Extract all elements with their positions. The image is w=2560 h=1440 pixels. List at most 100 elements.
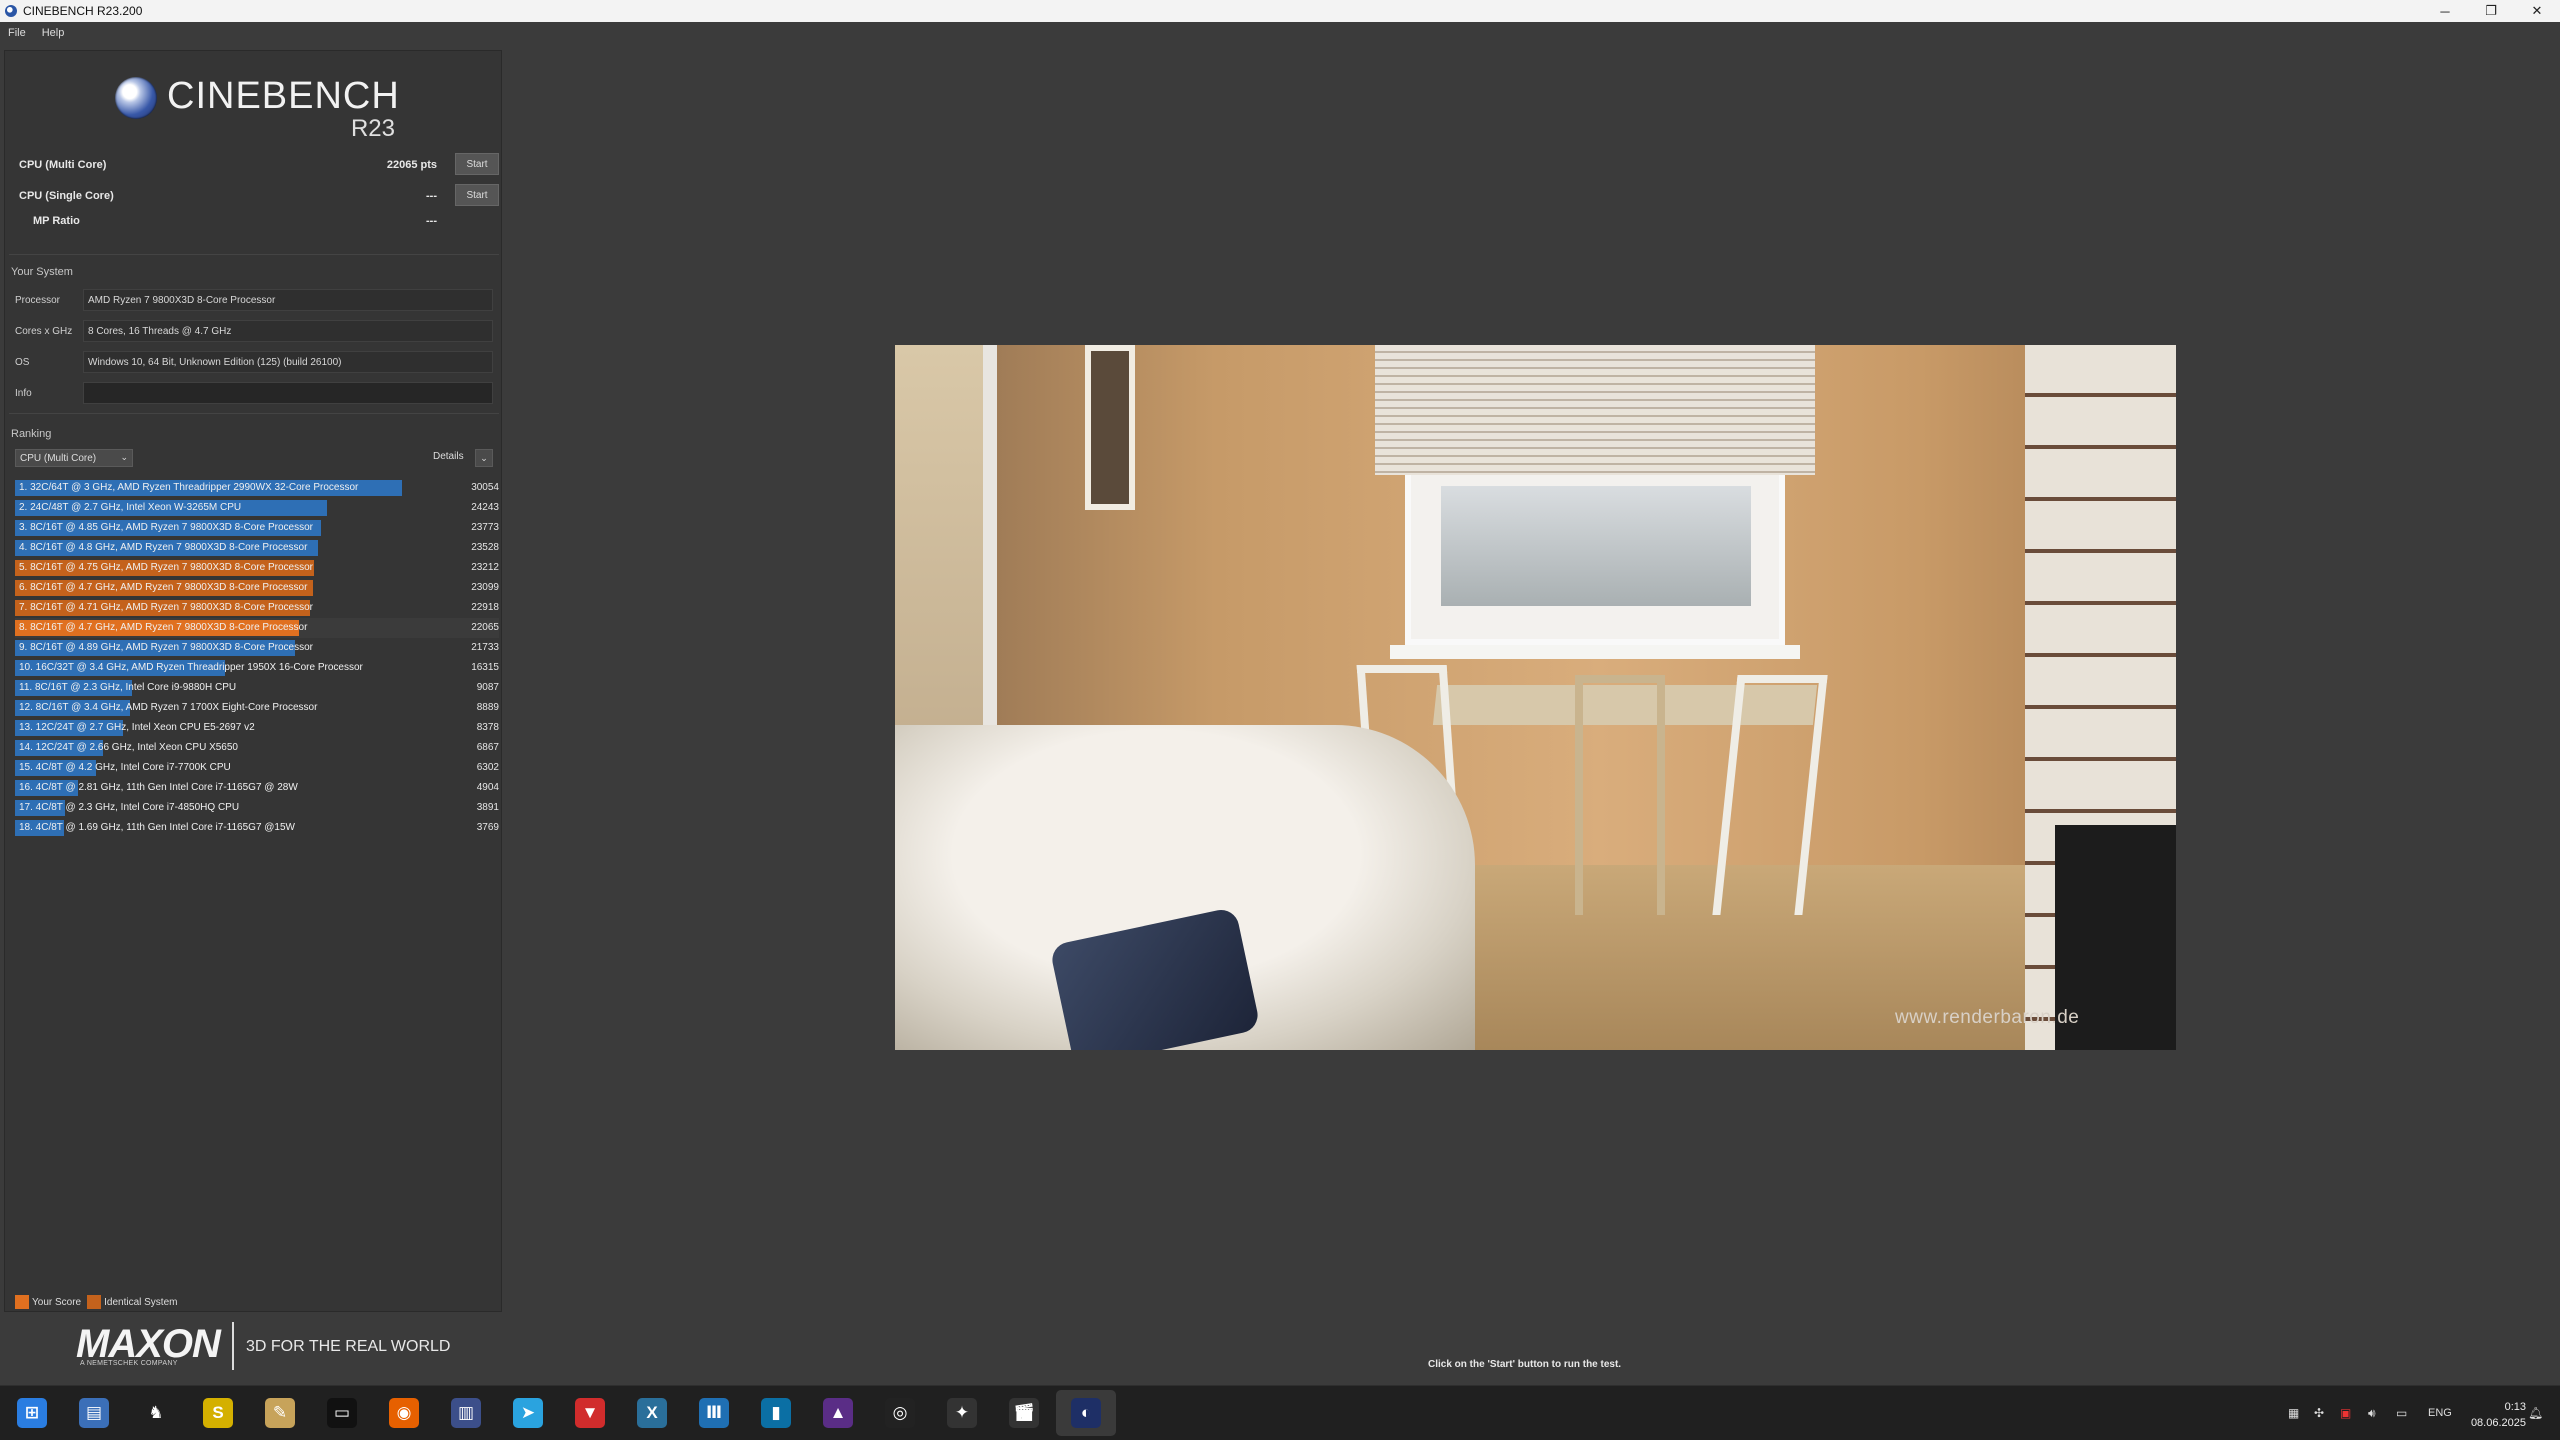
ranking-row[interactable]: 17. 4C/8T @ 2.3 GHz, Intel Core i7-4850H… [15,798,499,818]
ranking-label: 16. 4C/8T @ 2.81 GHz, 11th Gen Intel Cor… [19,782,298,793]
notification-bell-icon[interactable]: 🔔︎ [2528,1406,2543,1420]
ranking-label: 14. 12C/24T @ 2.66 GHz, Intel Xeon CPU X… [19,742,238,753]
ranking-label: 13. 12C/24T @ 2.7 GHz, Intel Xeon CPU E5… [19,722,255,733]
ranking-row[interactable]: 9. 8C/16T @ 4.89 GHz, AMD Ryzen 7 9800X3… [15,638,499,658]
language-indicator[interactable]: ENG [2428,1407,2452,1419]
pen-app-icon[interactable]: ✎ [265,1398,295,1428]
ranking-row[interactable]: 11. 8C/16T @ 2.3 GHz, Intel Core i9-9880… [15,678,499,698]
ranking-row[interactable]: 2. 24C/48T @ 2.7 GHz, Intel Xeon W-3265M… [15,498,499,518]
ranking-title: Ranking [11,428,52,440]
ranking-score: 9087 [476,682,499,693]
restore-button[interactable]: ❐ [2468,0,2514,22]
legend: Your Score Identical System [15,1295,177,1309]
ranking-score: 23099 [471,582,499,593]
file-explorer-icon[interactable]: ▤ [79,1398,109,1428]
cinebench-icon[interactable]: ◐ [1071,1398,1101,1428]
render-window-sill [1390,645,1800,659]
multi-core-label: CPU (Multi Core) [19,159,107,171]
ranking-row[interactable]: 8. 8C/16T @ 4.7 GHz, AMD Ryzen 7 9800X3D… [15,618,499,638]
details-chevron-icon[interactable]: ⌄ [475,449,493,467]
ranking-type-dropdown[interactable]: CPU (Multi Core) ⌄ [15,449,133,467]
cores-value: 8 Cores, 16 Threads @ 4.7 GHz [83,320,493,342]
single-core-start-button[interactable]: Start [455,184,499,206]
your-system-title: Your System [11,266,73,278]
maxon-tagline: 3D FOR THE REAL WORLD [246,1338,451,1355]
info-label: Info [15,388,32,399]
ranking-score: 3769 [476,822,499,833]
menu-file[interactable]: File [0,27,34,39]
ranking-label: 18. 4C/8T @ 1.69 GHz, 11th Gen Intel Cor… [19,822,295,833]
chevron-down-icon: ⌄ [120,452,128,462]
terminal-icon[interactable]: ▭ [327,1398,357,1428]
equalizer-app-icon[interactable]: Ⅲ [699,1398,729,1428]
info-field[interactable] [83,382,493,404]
clock-time: 0:13 [2504,1401,2526,1413]
taskbar: ⊞ ▤ ♞ S ✎ ▭ ◉ ▥ ➤ ▼ X Ⅲ ▮ ▲ ◎ ✦ 🎬︎ ◐ ▦ ✣ ▣ 🔊︎ ▭ ENG 0:13 … [0,1385,2560,1440]
details-label[interactable]: Details [433,451,464,462]
maxon-divider [232,1322,234,1370]
left-panel: CINEBENCH R23 CPU (Multi Core) 22065 pts… [4,50,502,1312]
divider [9,254,499,255]
mp-ratio-row: MP Ratio --- [13,207,499,233]
cinebench-logo: CINEBENCH R23 [115,63,405,143]
os-value: Windows 10, 64 Bit, Unknown Edition (125… [83,351,493,373]
menu-help[interactable]: Help [34,27,73,39]
ranking-label: 11. 8C/16T @ 2.3 GHz, Intel Core i9-9880… [19,682,237,693]
ranking-score: 23773 [471,522,499,533]
notepad-icon[interactable]: ▥ [451,1398,481,1428]
ranking-row[interactable]: 6. 8C/16T @ 4.7 GHz, AMD Ryzen 7 9800X3D… [15,578,499,598]
info-row: Info [11,382,497,406]
ranking-row[interactable]: 1. 32C/64T @ 3 GHz, AMD Ryzen Threadripp… [15,478,499,498]
clapper-icon[interactable]: 🎬︎ [1009,1398,1039,1428]
tray-app-icon[interactable]: ▦ [2288,1406,2299,1420]
ranking-row[interactable]: 7. 8C/16T @ 4.71 GHz, AMD Ryzen 7 9800X3… [15,598,499,618]
ranking-row[interactable]: 10. 16C/32T @ 3.4 GHz, AMD Ryzen Threadr… [15,658,499,678]
mp-ratio-value: --- [426,215,437,227]
ranking-label: 1. 32C/64T @ 3 GHz, AMD Ryzen Threadripp… [19,482,359,493]
multi-core-start-button[interactable]: Start [455,153,499,175]
ranking-type-value: CPU (Multi Core) [20,453,97,464]
ranking-row[interactable]: 13. 12C/24T @ 2.7 GHz, Intel Xeon CPU E5… [15,718,499,738]
ranking-row[interactable]: 14. 12C/24T @ 2.66 GHz, Intel Xeon CPU X… [15,738,499,758]
clock[interactable]: 0:13 08.06.2025 [2470,1399,2526,1431]
cinebench-sphere-icon [115,77,157,119]
tray-pinwheel-icon[interactable]: ✣ [2314,1406,2324,1420]
cores-label: Cores x GHz [15,326,73,337]
render-preview-image: www.renderbaron.de [895,345,2176,1050]
telegram-icon[interactable]: ➤ [513,1398,543,1428]
ranking-list: 1. 32C/64T @ 3 GHz, AMD Ryzen Threadripp… [15,478,499,838]
x-app-icon[interactable]: X [637,1398,667,1428]
ranking-row[interactable]: 5. 8C/16T @ 4.75 GHz, AMD Ryzen 7 9800X3… [15,558,499,578]
red-app-icon[interactable]: ▼ [575,1398,605,1428]
ranking-label: 12. 8C/16T @ 3.4 GHz, AMD Ryzen 7 1700X … [19,702,318,713]
s-app-icon[interactable]: S [203,1398,233,1428]
ranking-row[interactable]: 15. 4C/8T @ 4.2 GHz, Intel Core i7-7700K… [15,758,499,778]
close-button[interactable]: ✕ [2514,0,2560,22]
clock-date: 08.06.2025 [2470,1417,2526,1429]
tray-red-icon[interactable]: ▣ [2340,1406,2351,1420]
window-title: CINEBENCH R23.200 [23,4,143,18]
ranking-row[interactable]: 4. 8C/16T @ 4.8 GHz, AMD Ryzen 7 9800X3D… [15,538,499,558]
multi-core-score: 22065 pts [386,159,437,171]
ranking-score: 24243 [471,502,499,513]
ranking-score: 3891 [476,802,499,813]
ranking-row[interactable]: 12. 8C/16T @ 3.4 GHz, AMD Ryzen 7 1700X … [15,698,499,718]
ranking-row[interactable]: 18. 4C/8T @ 1.69 GHz, 11th Gen Intel Cor… [15,818,499,838]
processor-row: Processor AMD Ryzen 7 9800X3D 8-Core Pro… [11,289,497,313]
render-wall-picture [1085,345,1135,510]
clock-app-icon[interactable]: ✦ [947,1398,977,1428]
volume-icon[interactable]: 🔊︎ [2368,1406,2376,1421]
ranking-label: 9. 8C/16T @ 4.89 GHz, AMD Ryzen 7 9800X3… [19,642,313,653]
wolf-app-icon[interactable]: ♞ [141,1398,171,1428]
ranking-row[interactable]: 3. 8C/16T @ 4.85 GHz, AMD Ryzen 7 9800X3… [15,518,499,538]
ranking-label: 6. 8C/16T @ 4.7 GHz, AMD Ryzen 7 9800X3D… [19,582,308,593]
firefox-icon[interactable]: ◉ [389,1398,419,1428]
purple-app-icon[interactable]: ▲ [823,1398,853,1428]
start-icon[interactable]: ⊞ [17,1398,47,1428]
obs-icon[interactable]: ◎ [885,1398,915,1428]
minimize-button[interactable]: ─ [2422,0,2468,22]
cores-row: Cores x GHz 8 Cores, 16 Threads @ 4.7 GH… [11,320,497,344]
ranking-row[interactable]: 16. 4C/8T @ 2.81 GHz, 11th Gen Intel Cor… [15,778,499,798]
blue-app-icon[interactable]: ▮ [761,1398,791,1428]
network-icon[interactable]: ▭ [2396,1406,2407,1420]
